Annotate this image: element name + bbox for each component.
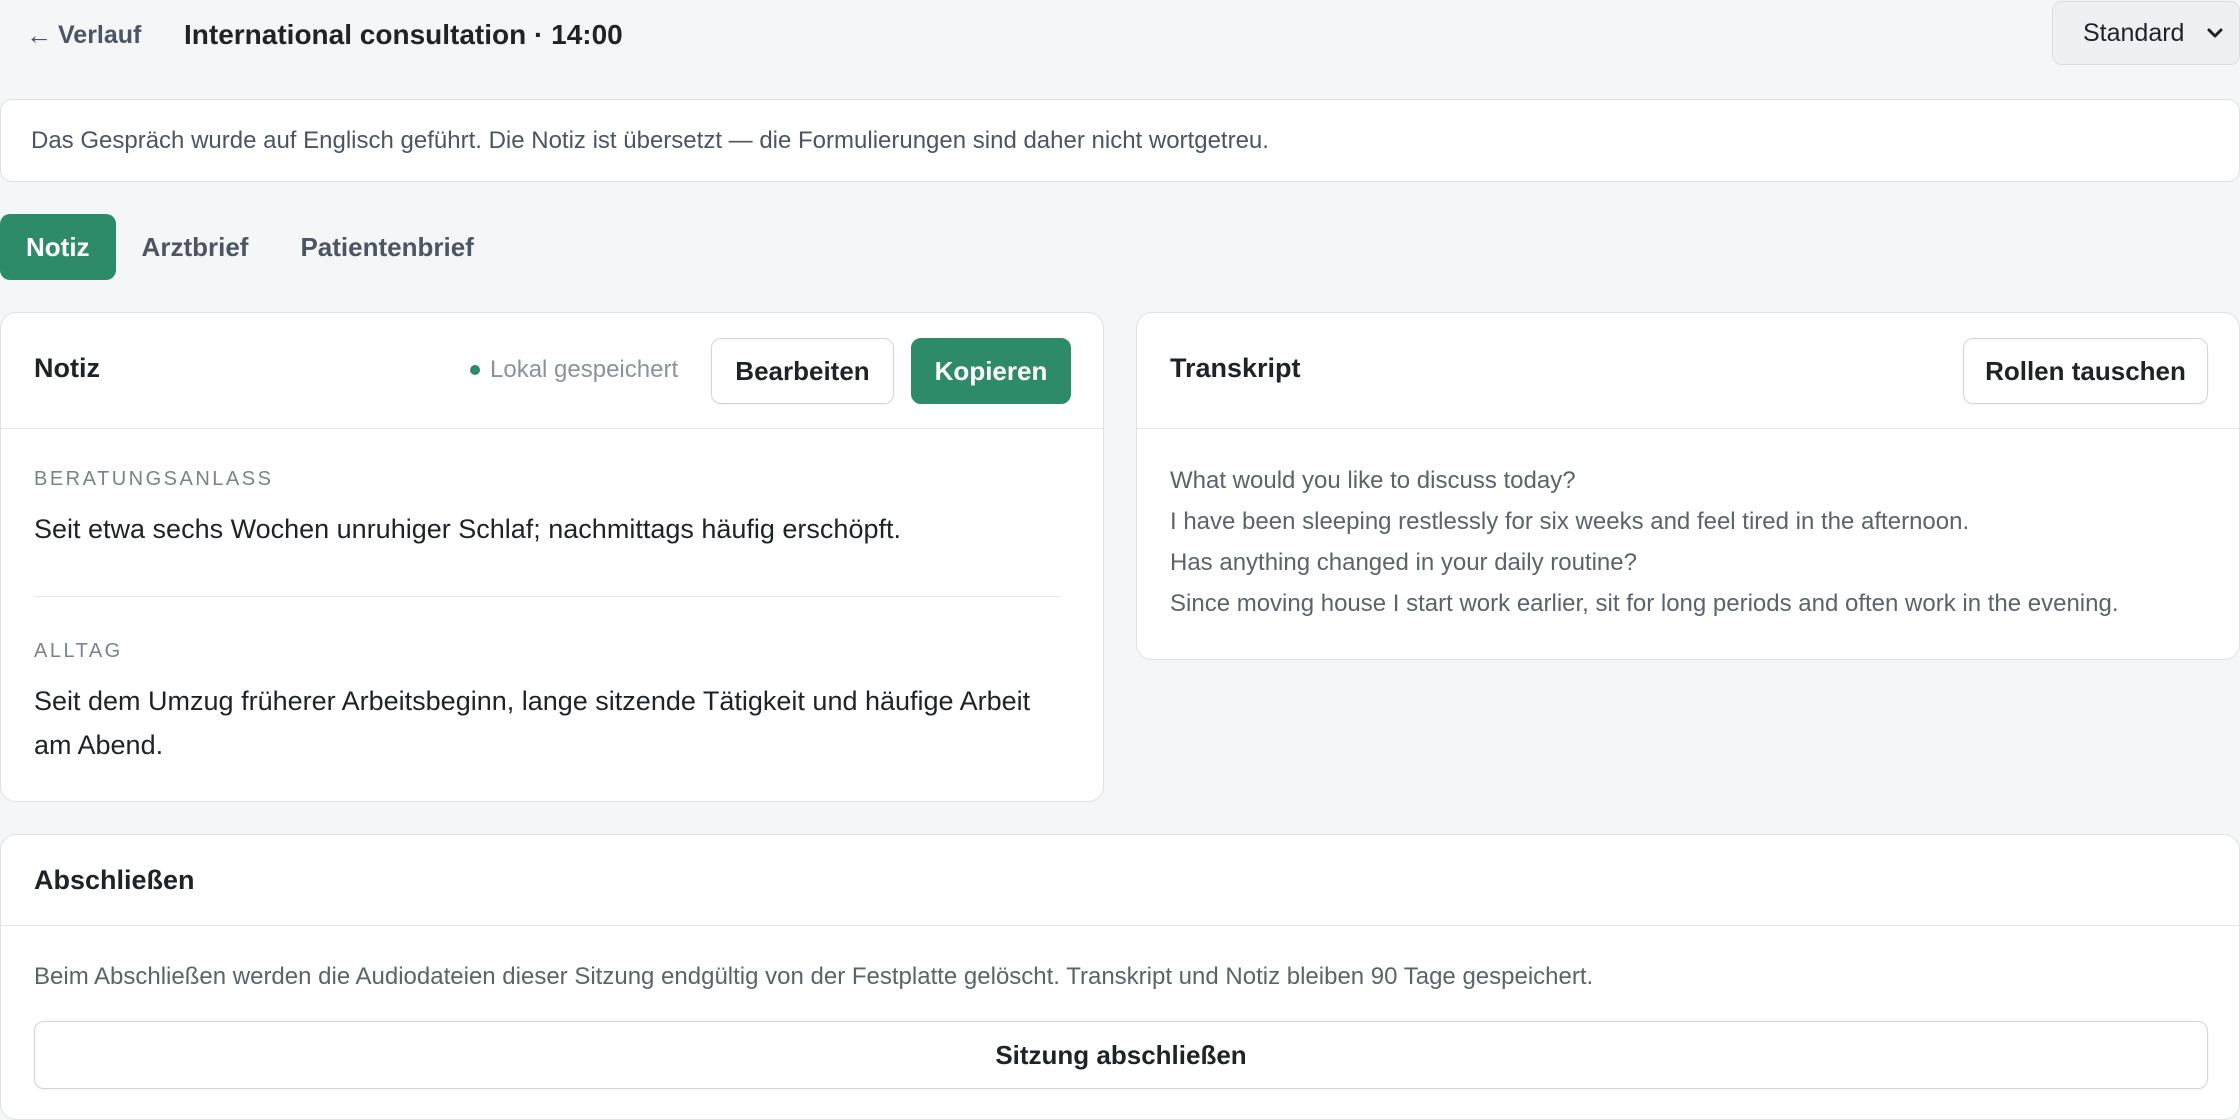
translation-notice-banner: Das Gespräch wurde auf Englisch geführt.… [0,99,2240,182]
tab-notiz[interactable]: Notiz [0,214,116,280]
tab-notiz-label: Notiz [26,231,90,262]
swap-roles-button-label: Rollen tauschen [1985,355,2186,386]
finish-session-card: Abschließen Beim Abschließen werden die … [0,834,2240,1120]
note-card: Notiz Bearbeiten Kopieren BERATUNGSANLAS… [0,312,1104,802]
local-save-status: Lokal gespeichert [470,356,678,384]
finish-card-description: Beim Abschließen werden die Audiodateien… [34,963,1594,990]
section-text-alltag: Seit dem Umzug früherer Arbeitsbeginn, l… [34,686,1031,760]
top-bar: ← Verlauf International consultation · 1… [0,0,2240,70]
transcript-card-title: Transkript [1170,353,1301,383]
transcript-line: I have been sleeping restlessly for six … [1170,508,1970,535]
mode-select-value: Standard [2083,18,2185,47]
back-link-label: Verlauf [58,20,142,49]
mode-select[interactable]: Standard [2052,1,2240,65]
local-save-status-label: Lokal gespeichert [490,356,679,383]
transcript-body: What would you like to discuss today? I … [1170,460,2119,624]
copy-button-label: Kopieren [934,355,1048,386]
back-to-history-link[interactable]: ← Verlauf [26,18,141,52]
arrow-left-icon: ← [26,19,52,50]
session-title: International consultation · 14:00 [184,19,623,50]
finish-card-title: Abschließen [34,865,195,895]
transcript-line: Since moving house I start work earlier,… [1170,590,2119,617]
chevron-down-icon [2207,28,2223,38]
edit-button-label: Bearbeiten [735,355,870,386]
translation-notice-text: Das Gespräch wurde auf Englisch geführt.… [31,126,1269,154]
finish-session-button-label: Sitzung abschließen [995,1039,1247,1070]
note-card-title: Notiz [34,353,100,383]
transcript-card: Transkript Rollen tauschen What would yo… [1136,312,2240,660]
document-tabs: Notiz Arztbrief Patientenbrief [0,214,500,280]
swap-roles-button[interactable]: Rollen tauschen [1963,338,2208,404]
transcript-line: What would you like to discuss today? [1170,467,1576,494]
tab-patientenbrief[interactable]: Patientenbrief [274,214,499,280]
section-label-alltag: ALLTAG [34,640,123,662]
tab-patientenbrief-label: Patientenbrief [300,231,474,262]
tab-arztbrief[interactable]: Arztbrief [116,214,275,280]
finish-card-header: Abschließen [1,835,2239,926]
status-dot-icon [470,365,480,375]
copy-button[interactable]: Kopieren [911,338,1071,404]
finish-session-button[interactable]: Sitzung abschließen [34,1021,2208,1089]
transcript-card-header: Transkript Rollen tauschen [1137,313,2239,429]
transcript-line: Has anything changed in your daily routi… [1170,549,1637,576]
edit-button[interactable]: Bearbeiten [711,338,894,404]
tab-arztbrief-label: Arztbrief [141,231,249,262]
section-label-beratungsanlass: BERATUNGSANLASS [34,468,274,490]
section-divider [34,596,1060,597]
section-text-beratungsanlass: Seit etwa sechs Wochen unruhiger Schlaf;… [34,514,901,544]
